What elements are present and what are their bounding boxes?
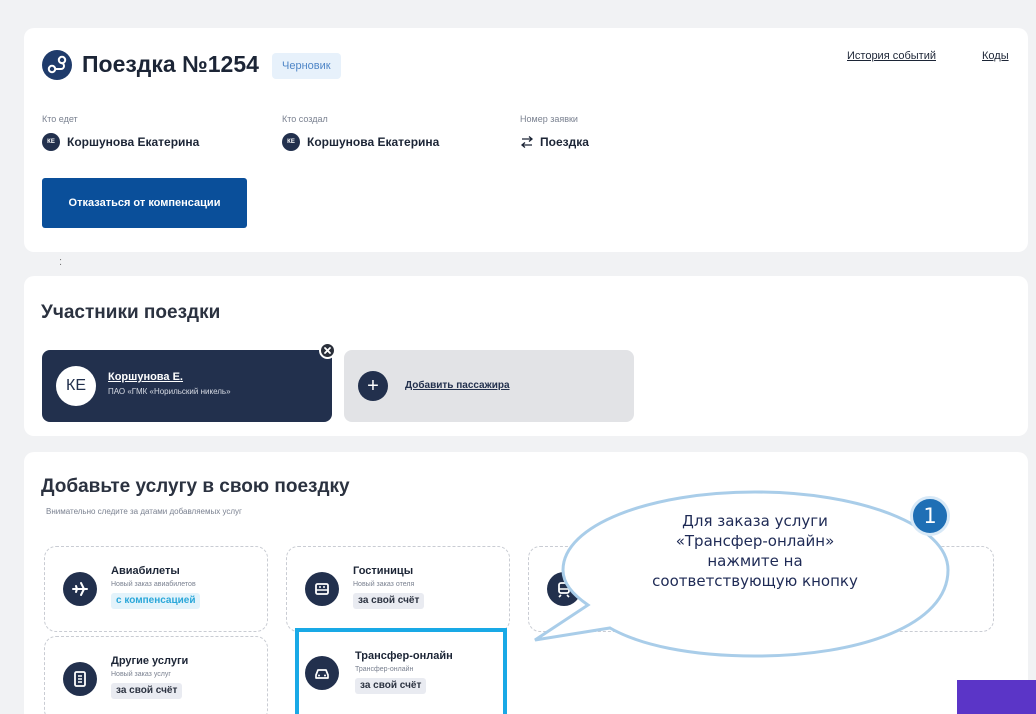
callout-text: Для заказа услуги «Трансфер-онлайн» нажм… xyxy=(652,512,858,590)
participant-org: ПАО «ГМК «Норильский никель» xyxy=(108,387,231,396)
avatar: КЕ xyxy=(42,133,60,151)
hotel-icon xyxy=(305,572,339,606)
who-goes-label: Кто едет xyxy=(42,114,78,124)
page-title: Поездка №1254 xyxy=(82,51,259,77)
request-number-label: Номер заявки xyxy=(520,114,578,124)
service-title: Авиабилеты xyxy=(111,565,180,577)
participant-card[interactable]: КЕ Коршунова Е. ПАО «ГМК «Норильский ник… xyxy=(42,350,332,422)
floating-widget[interactable] xyxy=(957,680,1036,714)
service-tag: за свой счёт xyxy=(353,593,425,609)
history-link[interactable]: История событий xyxy=(847,50,936,62)
service-tag: с компенсацией xyxy=(111,593,201,609)
add-passenger-card[interactable]: + Добавить пассажира xyxy=(344,350,634,422)
avatar: КЕ xyxy=(56,366,96,406)
train-icon xyxy=(547,572,581,606)
plus-icon: + xyxy=(358,371,388,401)
service-title: Трансфер-онлайн xyxy=(355,650,453,662)
remove-participant-button[interactable] xyxy=(319,342,336,359)
step-number-badge: 1 xyxy=(910,496,950,536)
document-icon xyxy=(63,662,97,696)
status-badge: Черновик xyxy=(272,53,341,79)
service-transfer-button[interactable]: Трансфер-онлайн Трансфер-онлайн за свой … xyxy=(295,628,507,714)
separator-mark: : xyxy=(59,256,63,268)
services-hint: Внимательно следите за датами добавляемы… xyxy=(46,507,242,516)
service-hotels-button[interactable]: Гостиницы Новый заказ отеля за свой счёт xyxy=(286,546,510,632)
car-icon xyxy=(305,656,339,690)
refuse-compensation-button[interactable]: Отказаться от компенсации xyxy=(42,178,247,228)
services-card: Добавьте услугу в свою поездку Вниматель… xyxy=(24,452,1028,714)
participants-title: Участники поездки xyxy=(41,302,221,323)
avatar: КЕ xyxy=(282,133,300,151)
created-by-label: Кто создал xyxy=(282,114,328,124)
service-title: Другие услуги xyxy=(111,655,189,667)
service-other-button[interactable]: Другие услуги Новый заказ услуг за свой … xyxy=(44,636,268,714)
service-subtitle: Новый заказ услуг xyxy=(111,671,171,678)
service-tag: за свой счёт xyxy=(355,678,427,694)
request-number-text: Поездка xyxy=(540,135,589,149)
service-subtitle: Новый заказ отеля xyxy=(353,581,415,588)
who-goes-name: Коршунова Екатерина xyxy=(67,135,200,149)
services-title: Добавьте услугу в свою поездку xyxy=(41,476,350,497)
service-flights-button[interactable]: Авиабилеты Новый заказ авиабилетов с ком… xyxy=(44,546,268,632)
participants-card: Участники поездки КЕ Коршунова Е. ПАО «Г… xyxy=(24,276,1028,436)
service-title: Гостиницы xyxy=(353,565,414,577)
created-by-name: Коршунова Екатерина xyxy=(307,135,440,149)
request-number-value: Поездка xyxy=(520,132,589,152)
add-passenger-link[interactable]: Добавить пассажира xyxy=(405,380,510,391)
who-goes-value: КЕ Коршунова Екатерина xyxy=(42,132,199,152)
participant-name[interactable]: Коршунова Е. xyxy=(108,371,183,383)
codes-link[interactable]: Коды xyxy=(982,50,1009,62)
swap-arrows-icon xyxy=(520,136,534,148)
service-tag: за свой счёт xyxy=(111,683,183,699)
created-by-value: КЕ Коршунова Екатерина xyxy=(282,132,439,152)
trip-route-icon xyxy=(42,50,72,80)
service-subtitle: Трансфер-онлайн xyxy=(355,666,414,673)
trip-card: Поездка №1254 Черновик История событий К… xyxy=(24,28,1028,252)
service-subtitle: Новый заказ авиабилетов xyxy=(111,581,196,588)
close-icon xyxy=(324,347,331,354)
plane-icon xyxy=(63,572,97,606)
